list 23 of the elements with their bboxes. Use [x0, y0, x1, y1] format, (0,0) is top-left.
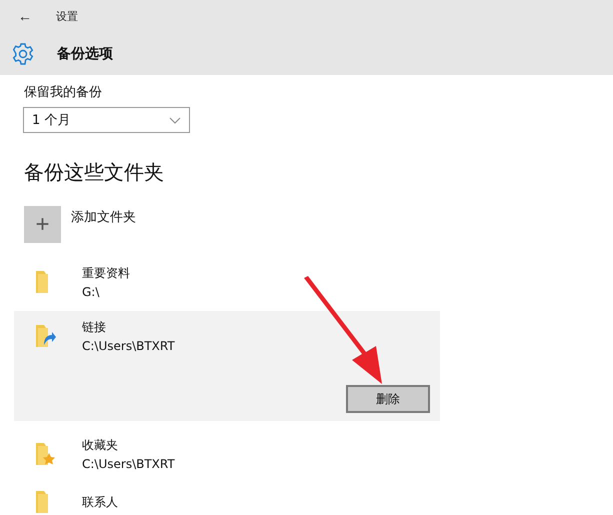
- section-title: 备份这些文件夹: [24, 159, 165, 186]
- settings-icon: [11, 42, 35, 66]
- folder-path: G:\: [82, 285, 100, 299]
- folder-item[interactable]: 链接 C:\Users\BTXRT 删除: [14, 311, 440, 421]
- app-title: 设置: [56, 8, 78, 24]
- folder-path: C:\Users\BTXRT: [82, 457, 175, 471]
- remove-button[interactable]: 删除: [346, 385, 430, 413]
- back-button[interactable]: ←: [14, 8, 36, 24]
- folder-icon: [36, 491, 48, 513]
- folder-path: C:\Users\BTXRT: [82, 339, 175, 353]
- folder-name: 收藏夹: [82, 437, 119, 454]
- add-folder-button[interactable]: +: [24, 206, 61, 243]
- folder-name: 链接: [82, 319, 107, 336]
- folder-icon: [36, 271, 48, 293]
- shortcut-folder-icon: [36, 325, 56, 347]
- retention-label: 保留我的备份: [24, 84, 103, 101]
- star-folder-icon: [36, 443, 56, 465]
- add-folder-label[interactable]: 添加文件夹: [71, 208, 136, 226]
- retention-dropdown[interactable]: 1 个月: [23, 107, 190, 133]
- chevron-down-icon: [169, 116, 181, 124]
- folder-name: 联系人: [82, 494, 118, 510]
- page-title: 备份选项: [57, 44, 113, 62]
- folder-name: 重要资料: [82, 265, 130, 282]
